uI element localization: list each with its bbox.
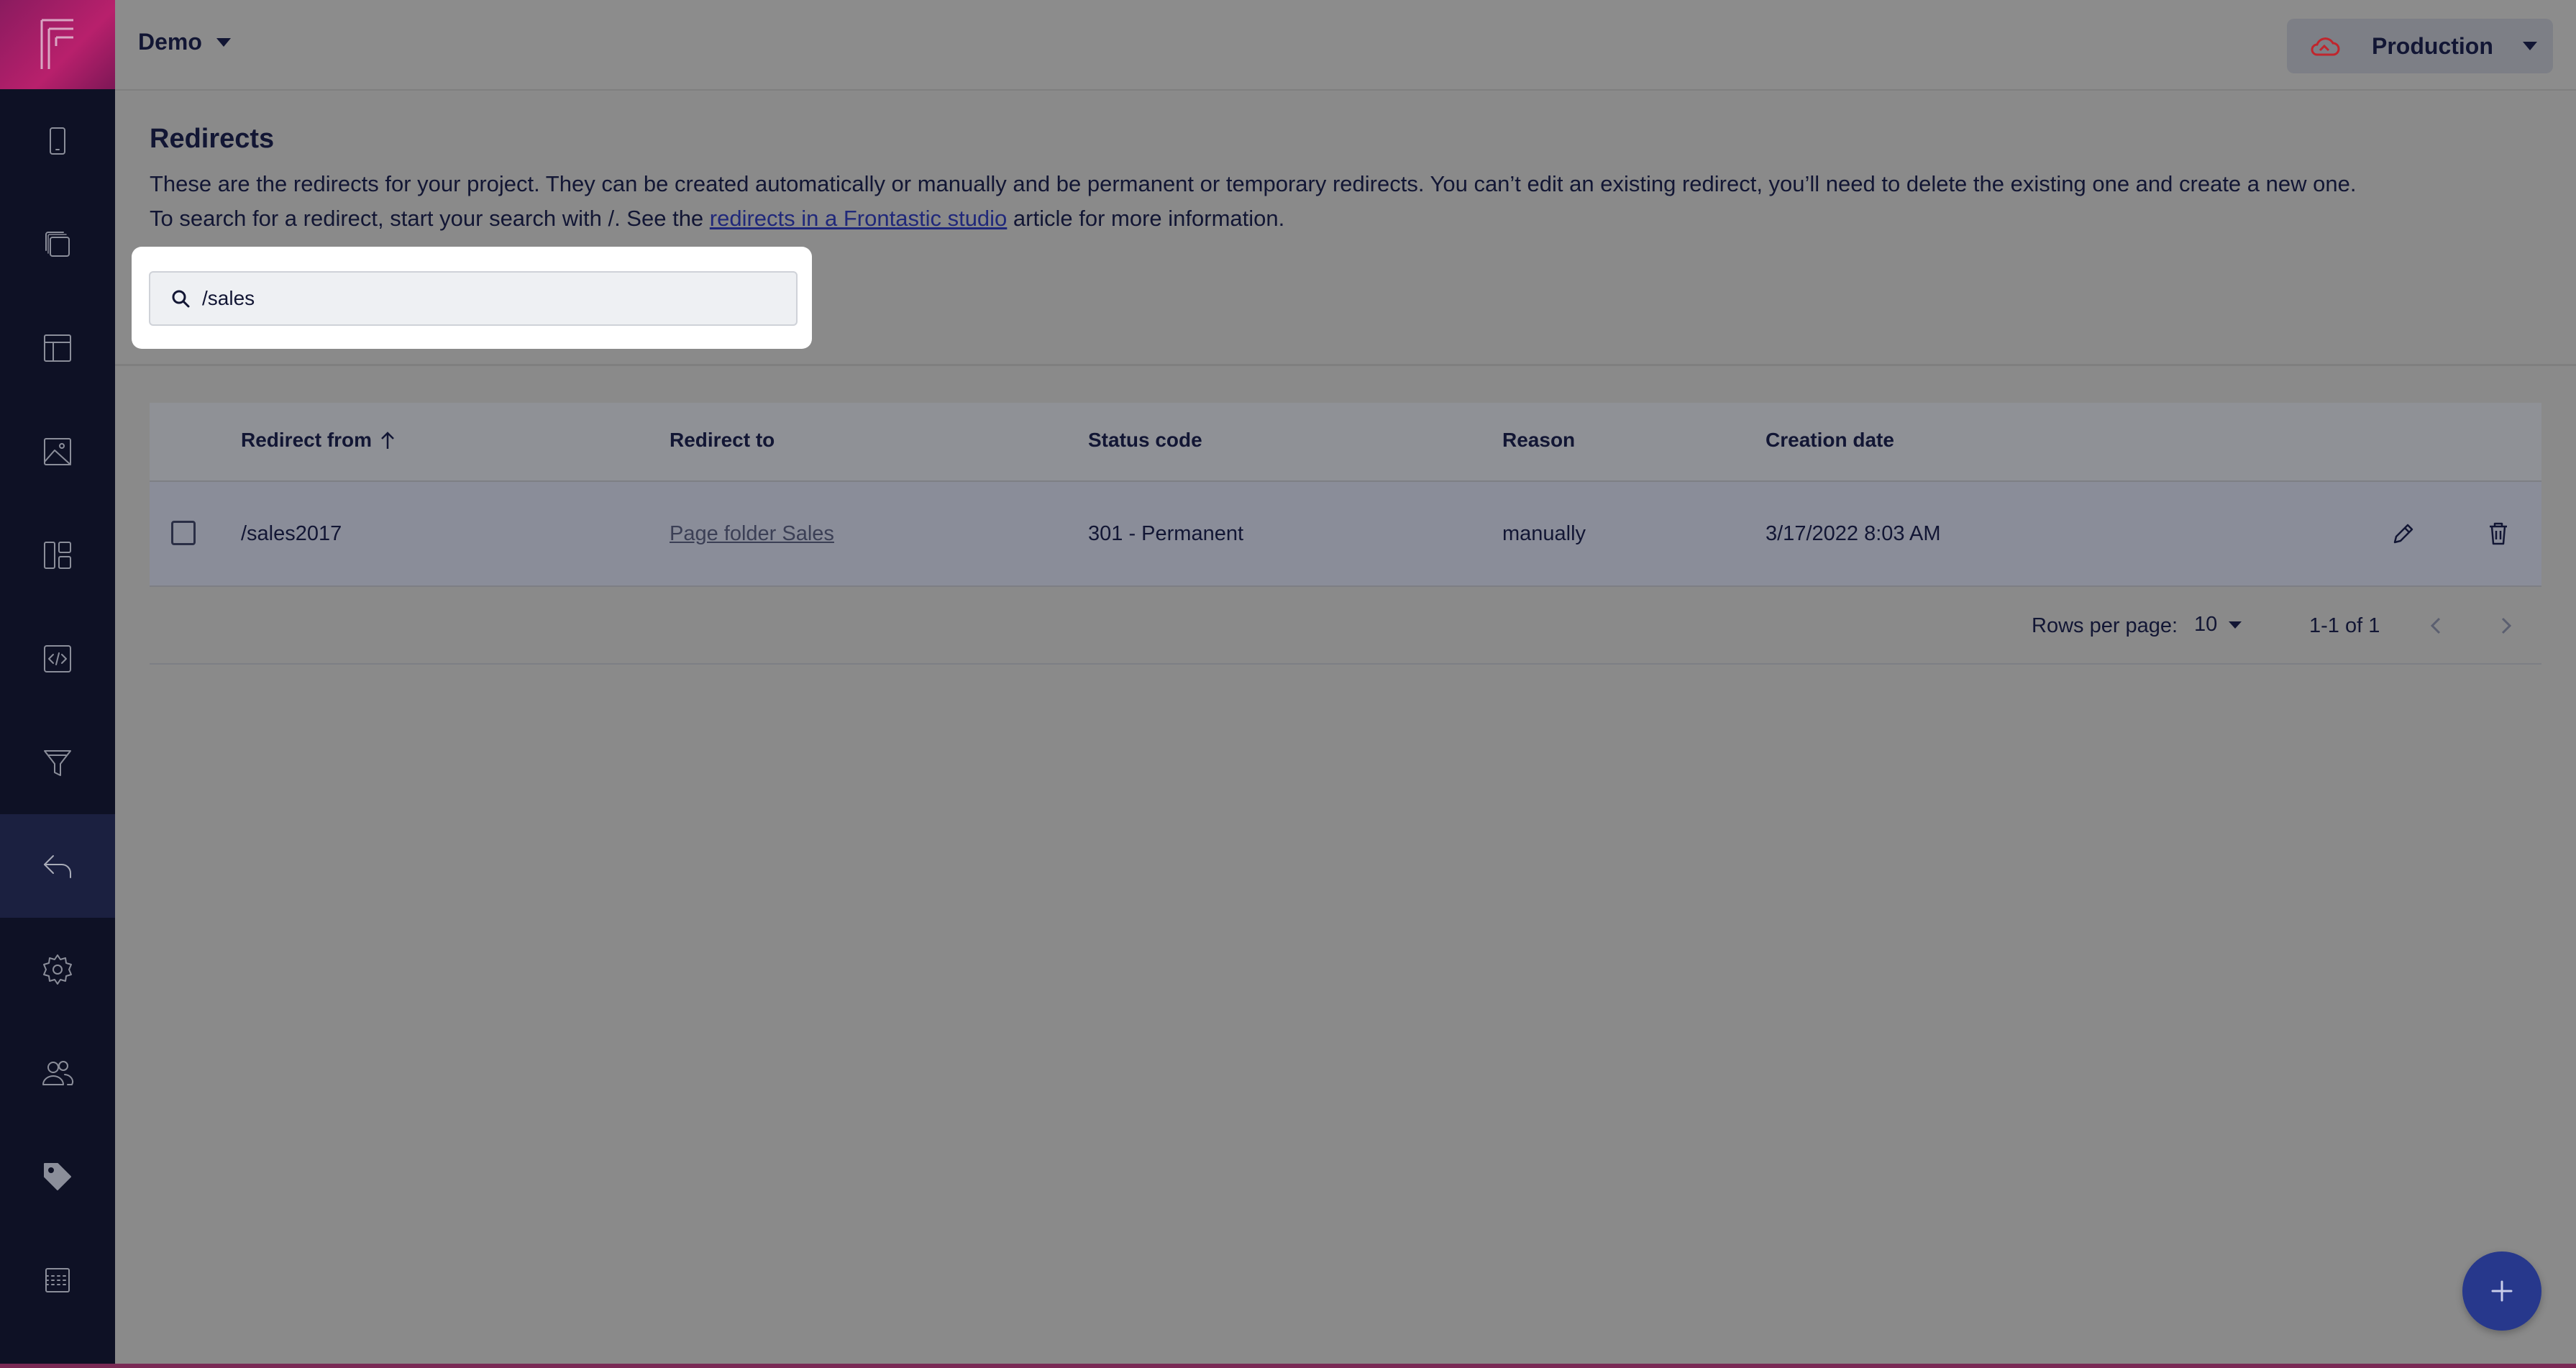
description-text: To search for a redirect, start your sea…: [150, 206, 710, 231]
column-redirect-from[interactable]: Redirect from: [241, 429, 396, 452]
rows-per-page-label: Rows per page:: [2032, 614, 2178, 637]
users-icon: [42, 1061, 73, 1085]
sidebar-item-devices[interactable]: [0, 89, 115, 193]
project-name: Demo: [138, 29, 202, 55]
column-reason[interactable]: Reason: [1502, 429, 1575, 452]
plus-icon: [2491, 1280, 2513, 1302]
redirects-article-link[interactable]: redirects in a Frontastic studio: [710, 206, 1008, 231]
description-line-2: To search for a redirect, start your sea…: [150, 201, 2552, 236]
page-description: These are the redirects for your project…: [150, 167, 2552, 236]
search-highlight: [132, 247, 812, 349]
chevron-down-icon: [2229, 621, 2242, 629]
column-redirect-to[interactable]: Redirect to: [670, 429, 775, 452]
copy-pages-icon: [45, 232, 70, 257]
bottom-accent-bar: [0, 1364, 2576, 1368]
reply-arrow-icon: [44, 855, 71, 878]
sort-ascending-icon: [381, 432, 394, 449]
column-label: Status code: [1088, 429, 1202, 451]
row-checkbox[interactable]: [171, 521, 196, 545]
search-field[interactable]: [149, 271, 798, 326]
column-label: Redirect from: [241, 429, 373, 451]
sidebar-item-code[interactable]: [0, 607, 115, 711]
mobile-icon: [50, 127, 65, 155]
project-selector[interactable]: Demo: [138, 29, 231, 55]
chevron-down-icon: [2523, 42, 2537, 50]
sidebar-item-media[interactable]: [0, 400, 115, 503]
rows-per-page-select[interactable]: 10: [2194, 613, 2242, 637]
column-status-code[interactable]: Status code: [1088, 429, 1202, 452]
rows-per-page-value: 10: [2194, 613, 2218, 636]
cell-redirect-to-link[interactable]: Page folder Sales: [670, 522, 834, 546]
environment-selector[interactable]: Production: [2287, 19, 2553, 73]
sidebar-item-redirects[interactable]: [0, 814, 115, 918]
chevron-down-icon: [216, 37, 231, 47]
sidebar-item-filters[interactable]: [0, 711, 115, 814]
column-label: Reason: [1502, 429, 1576, 451]
sidebar-item-apps[interactable]: [0, 1228, 115, 1332]
cell-creation-date: 3/17/2022 8:03 AM: [1766, 522, 1941, 545]
chevron-left-icon[interactable]: [2426, 613, 2447, 639]
table-row[interactable]: /sales2017 Page folder Sales 301 - Perma…: [150, 482, 2541, 587]
table-pagination: Rows per page: 10 1-1 of 1: [150, 587, 2541, 665]
frontastic-logo[interactable]: [0, 0, 115, 89]
image-icon: [44, 438, 71, 465]
logo-mark-icon: [40, 19, 73, 69]
column-creation-date[interactable]: Creation date: [1766, 429, 1894, 452]
add-redirect-button[interactable]: [2462, 1251, 2541, 1331]
dashboard-icon: [44, 542, 71, 569]
top-bar: Demo Production: [115, 0, 2576, 91]
tag-icon: [44, 1163, 71, 1190]
search-icon: [172, 290, 190, 308]
cell-status-code: 301 - Permanent: [1088, 522, 1244, 545]
column-label: Redirect to: [670, 429, 775, 451]
environment-name: Production: [2372, 33, 2493, 59]
funnel-icon: [44, 750, 71, 776]
grid-icon: [45, 1268, 70, 1292]
pagination-range: 1-1 of 1: [2309, 614, 2380, 637]
header-divider: [115, 364, 2576, 366]
code-icon: [44, 645, 71, 672]
sidebar-item-settings[interactable]: [0, 918, 115, 1021]
layout-icon: [44, 334, 71, 362]
search-input[interactable]: [201, 286, 793, 311]
sidebar-item-tags[interactable]: [0, 1125, 115, 1228]
sidebar-item-users[interactable]: [0, 1021, 115, 1125]
sidebar-item-pages[interactable]: [0, 193, 115, 296]
description-line-1: These are the redirects for your project…: [150, 171, 2357, 196]
redirects-table: Redirect from Redirect to Status code Re…: [150, 403, 2541, 665]
cloud-icon: [2311, 37, 2340, 56]
page-title: Redirects: [150, 124, 275, 154]
column-label: Creation date: [1766, 429, 1894, 451]
description-text: article for more information.: [1007, 206, 1285, 231]
gear-icon: [43, 954, 72, 985]
delete-trash-icon[interactable]: [2484, 519, 2513, 548]
sidebar-item-layouts[interactable]: [0, 296, 115, 400]
table-header: Redirect from Redirect to Status code Re…: [150, 403, 2541, 482]
cell-redirect-from: /sales2017: [241, 522, 342, 545]
edit-pencil-icon[interactable]: [2389, 519, 2418, 548]
sidebar: [0, 0, 115, 1368]
chevron-right-icon[interactable]: [2495, 613, 2516, 639]
sidebar-item-dashboard[interactable]: [0, 503, 115, 607]
cell-reason: manually: [1502, 522, 1586, 545]
